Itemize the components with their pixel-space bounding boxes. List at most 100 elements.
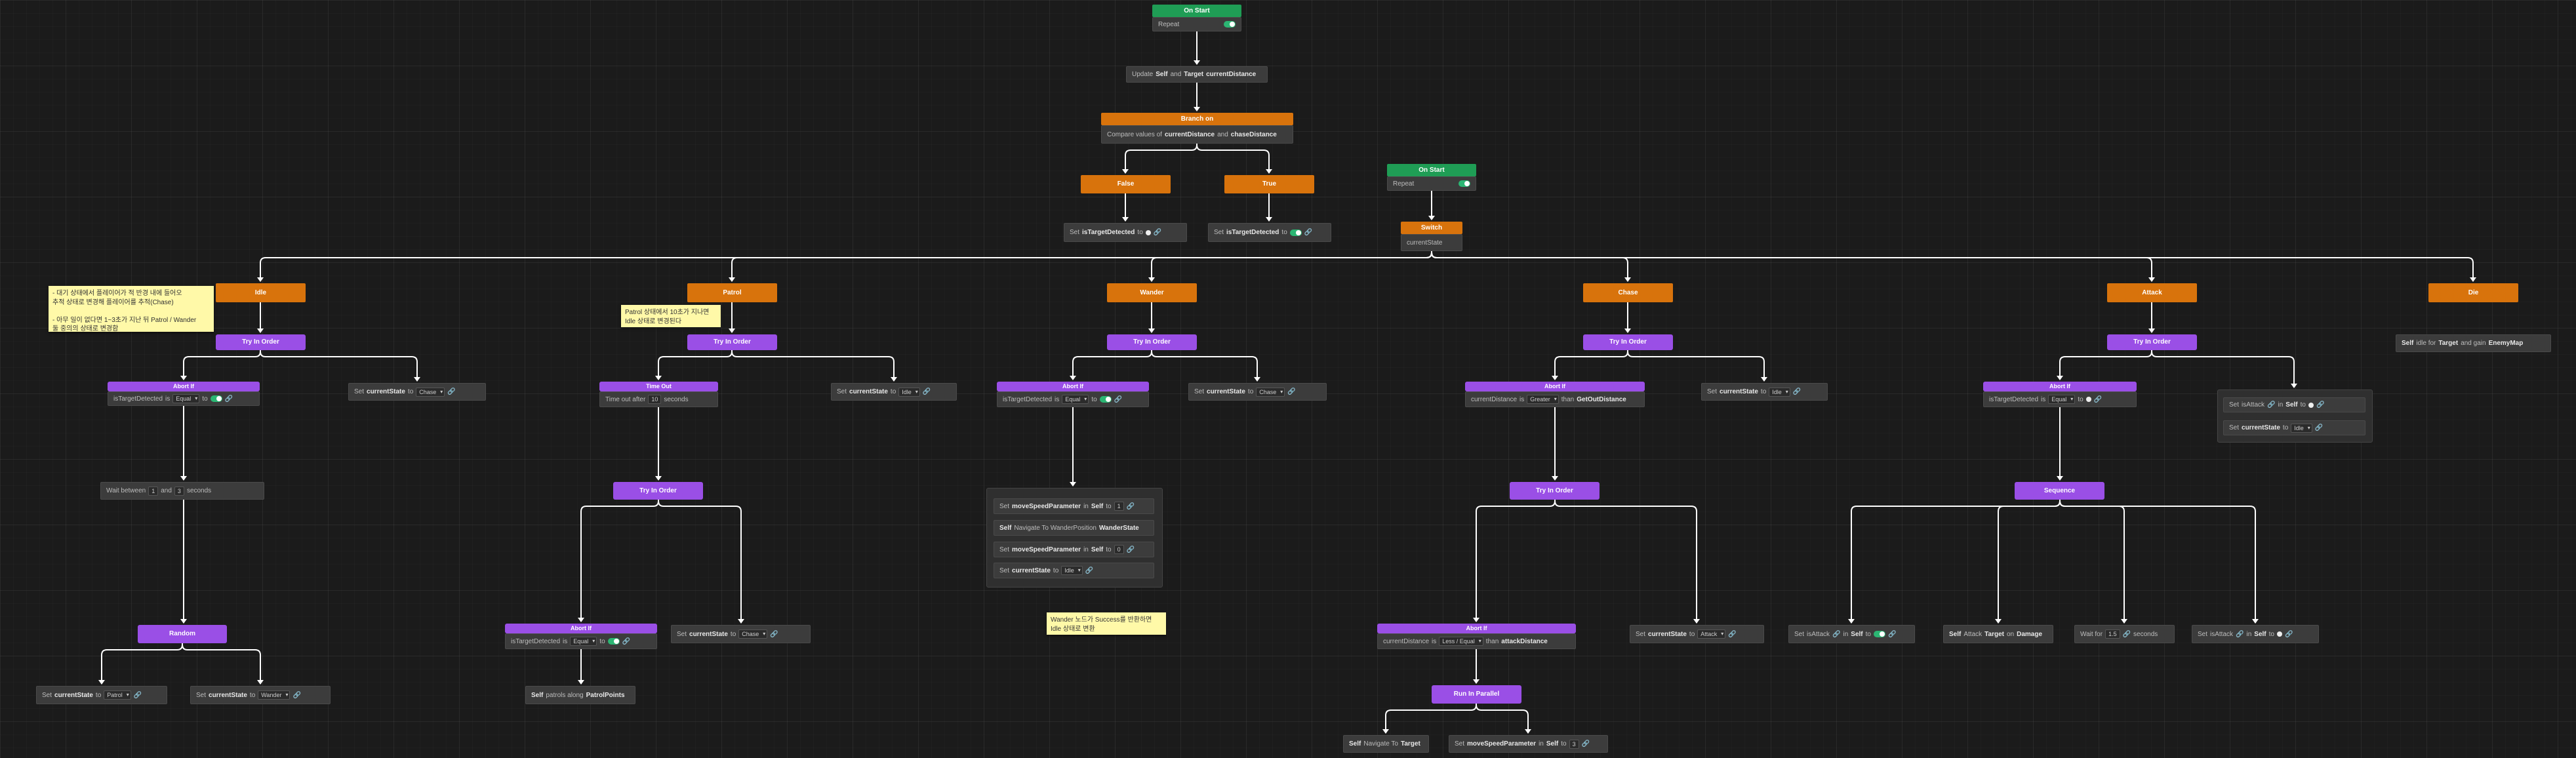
min-input[interactable]: 1 bbox=[148, 486, 159, 496]
on-start-header[interactable]: On Start bbox=[1152, 5, 1241, 17]
wander-abort-body[interactable]: isTargetDetected is Equal to 🔗 bbox=[997, 391, 1149, 407]
state-idle[interactable]: Idle bbox=[216, 283, 306, 302]
state-select[interactable]: Idle bbox=[2291, 423, 2312, 433]
wander-set-idle[interactable]: Set currentState to Idle 🔗 bbox=[994, 563, 1154, 578]
chase-abort-body[interactable]: currentDistance is Greater than GetOutDi… bbox=[1465, 391, 1645, 407]
chase-abort-body-2[interactable]: currentDistance is Less / Equal than att… bbox=[1377, 633, 1576, 649]
attack-try-in-order[interactable]: Try In Order bbox=[2107, 334, 2197, 350]
chase-navigate[interactable]: Self Navigate To Target bbox=[1343, 735, 1429, 753]
patrol-set-chase[interactable]: Set currentState to Chase 🔗 bbox=[671, 625, 811, 643]
link-icon[interactable]: 🔗 bbox=[1793, 388, 1801, 395]
link-icon[interactable]: 🔗 bbox=[225, 395, 233, 403]
link-icon[interactable]: 🔗 bbox=[1728, 631, 1736, 638]
link-icon[interactable]: 🔗 bbox=[134, 692, 142, 699]
state-select[interactable]: Chase bbox=[738, 629, 768, 639]
value-dot[interactable] bbox=[2085, 397, 2091, 402]
on-start-2-body[interactable]: Repeat bbox=[1387, 176, 1476, 191]
speed-input[interactable]: 0 bbox=[1114, 545, 1124, 554]
state-select[interactable]: Chase bbox=[1256, 387, 1285, 397]
state-select[interactable]: Wander bbox=[258, 690, 291, 700]
idle-set-patrol[interactable]: Set currentState to Patrol 🔗 bbox=[36, 686, 167, 704]
compare-select[interactable]: Equal bbox=[172, 394, 200, 403]
compare-select[interactable]: Less / Equal bbox=[1439, 637, 1483, 646]
on-start-2-header[interactable]: On Start bbox=[1387, 164, 1476, 176]
chase-abort-if[interactable]: Abort If bbox=[1465, 382, 1645, 391]
die-action[interactable]: Self idle for Target and gain EnemyMap bbox=[2396, 334, 2551, 352]
link-icon[interactable]: 🔗 bbox=[622, 638, 630, 645]
link-icon[interactable]: 🔗 bbox=[1832, 631, 1840, 638]
value-toggle[interactable] bbox=[607, 638, 620, 645]
state-select[interactable]: Idle bbox=[898, 387, 920, 397]
repeat-toggle[interactable] bbox=[1224, 21, 1236, 28]
chase-try-in-order[interactable]: Try In Order bbox=[1583, 334, 1673, 350]
idle-abort-if[interactable]: Abort If bbox=[108, 382, 260, 391]
switch-body[interactable]: currentState bbox=[1401, 234, 1462, 251]
compare-select[interactable]: Equal bbox=[2048, 395, 2076, 404]
value-dot[interactable] bbox=[1145, 229, 1151, 235]
link-icon[interactable]: 🔗 bbox=[770, 631, 778, 638]
link-icon[interactable]: 🔗 bbox=[1154, 229, 1161, 236]
note-patrol[interactable]: Patrol 상태에서 10초가 지나면 Idle 상태로 변경된다 bbox=[621, 305, 721, 327]
wander-navigate[interactable]: Self Navigate To WanderPosition WanderSt… bbox=[994, 520, 1154, 536]
state-patrol[interactable]: Patrol bbox=[687, 283, 777, 302]
attack-set-isattack-false[interactable]: Set isAttack 🔗 in Self to 🔗 bbox=[2192, 625, 2319, 643]
link-icon[interactable]: 🔗 bbox=[2094, 396, 2102, 403]
state-select[interactable]: Idle bbox=[1769, 387, 1790, 397]
chase-set-attack[interactable]: Set currentState to Attack 🔗 bbox=[1630, 625, 1764, 643]
wander-set-chase[interactable]: Set currentState to Chase 🔗 bbox=[1188, 383, 1327, 401]
attack-set-isattack-true[interactable]: Set isAttack 🔗 in Self to 🔗 bbox=[1788, 625, 1915, 643]
max-input[interactable]: 3 bbox=[174, 486, 184, 496]
attack-sequence[interactable]: Sequence bbox=[2015, 482, 2104, 500]
branch-header[interactable]: Branch on bbox=[1101, 113, 1293, 125]
patrol-try-in-order-2[interactable]: Try In Order bbox=[613, 482, 703, 500]
patrol-timeout-body[interactable]: Time out after 10 seconds bbox=[599, 391, 718, 407]
note-wander[interactable]: Wander 노드가 Success를 반환하면 Idle 상태로 변환 bbox=[1047, 612, 1166, 635]
link-icon[interactable]: 🔗 bbox=[2267, 401, 2275, 409]
idle-abort-body[interactable]: isTargetDetected is Equal to 🔗 bbox=[108, 391, 260, 406]
compare-select[interactable]: Equal bbox=[1062, 395, 1089, 404]
wait-input[interactable]: 1.5 bbox=[2105, 629, 2120, 639]
link-icon[interactable]: 🔗 bbox=[1582, 740, 1590, 748]
repeat-toggle[interactable] bbox=[1459, 180, 1470, 187]
wander-set-speed-1[interactable]: Set moveSpeedParameter in Self to 1 🔗 bbox=[994, 498, 1154, 514]
link-icon[interactable]: 🔗 bbox=[2316, 401, 2324, 409]
chase-run-in-parallel[interactable]: Run In Parallel bbox=[1432, 685, 1521, 704]
attack-set-isattack[interactable]: Set isAttack 🔗 in Self to 🔗 bbox=[2223, 397, 2365, 412]
wander-set-speed-2[interactable]: Set moveSpeedParameter in Self to 0 🔗 bbox=[994, 542, 1154, 557]
link-icon[interactable]: 🔗 bbox=[1888, 631, 1896, 638]
speed-input[interactable]: 1 bbox=[1114, 502, 1124, 511]
link-icon[interactable]: 🔗 bbox=[923, 388, 931, 395]
patrol-patrols-along[interactable]: Self patrols along PatrolPoints bbox=[525, 686, 635, 704]
patrol-try-in-order[interactable]: Try In Order bbox=[687, 334, 777, 350]
attack-set-idle[interactable]: Set currentState to Idle 🔗 bbox=[2223, 420, 2365, 435]
link-icon[interactable]: 🔗 bbox=[292, 692, 300, 699]
state-select[interactable]: Idle bbox=[1061, 566, 1083, 575]
value-dot[interactable] bbox=[2308, 402, 2314, 408]
state-die[interactable]: Die bbox=[2428, 283, 2518, 302]
attack-abort-if[interactable]: Abort If bbox=[1983, 382, 2137, 391]
set-false-node[interactable]: Set isTargetDetected to 🔗 bbox=[1064, 223, 1187, 242]
branch-body[interactable]: Compare values of currentDistance and ch… bbox=[1101, 125, 1293, 144]
value-toggle[interactable] bbox=[1289, 229, 1302, 236]
link-icon[interactable]: 🔗 bbox=[1127, 546, 1135, 553]
value-dot[interactable] bbox=[2276, 631, 2282, 637]
speed-input[interactable]: 3 bbox=[1569, 739, 1579, 749]
false-node[interactable]: False bbox=[1081, 175, 1171, 193]
attack-wait-for[interactable]: Wait for 1.5 🔗 seconds bbox=[2074, 625, 2175, 643]
idle-random[interactable]: Random bbox=[138, 625, 227, 643]
value-toggle[interactable] bbox=[1873, 631, 1885, 637]
patrol-timeout[interactable]: Time Out bbox=[599, 382, 718, 391]
idle-set-wander[interactable]: Set currentState to Wander 🔗 bbox=[190, 686, 331, 704]
attack-abort-body[interactable]: isTargetDetected is Equal to 🔗 bbox=[1983, 391, 2137, 407]
wander-try-in-order[interactable]: Try In Order bbox=[1107, 334, 1197, 350]
link-icon[interactable]: 🔗 bbox=[1114, 396, 1122, 403]
chase-set-speed[interactable]: Set moveSpeedParameter in Self to 3 🔗 bbox=[1449, 735, 1608, 753]
compare-select[interactable]: Greater bbox=[1527, 395, 1559, 404]
link-icon[interactable]: 🔗 bbox=[1127, 503, 1135, 510]
link-icon[interactable]: 🔗 bbox=[1287, 388, 1295, 395]
on-start-body[interactable]: Repeat bbox=[1152, 17, 1241, 31]
chase-try-in-order-2[interactable]: Try In Order bbox=[1510, 482, 1600, 500]
chase-set-idle[interactable]: Set currentState to Idle 🔗 bbox=[1701, 383, 1828, 401]
note-idle[interactable]: - 대기 상태에서 플레이어가 적 반경 내에 들어오 추적 상태로 변경해 플… bbox=[49, 286, 214, 332]
value-toggle[interactable] bbox=[210, 395, 222, 402]
